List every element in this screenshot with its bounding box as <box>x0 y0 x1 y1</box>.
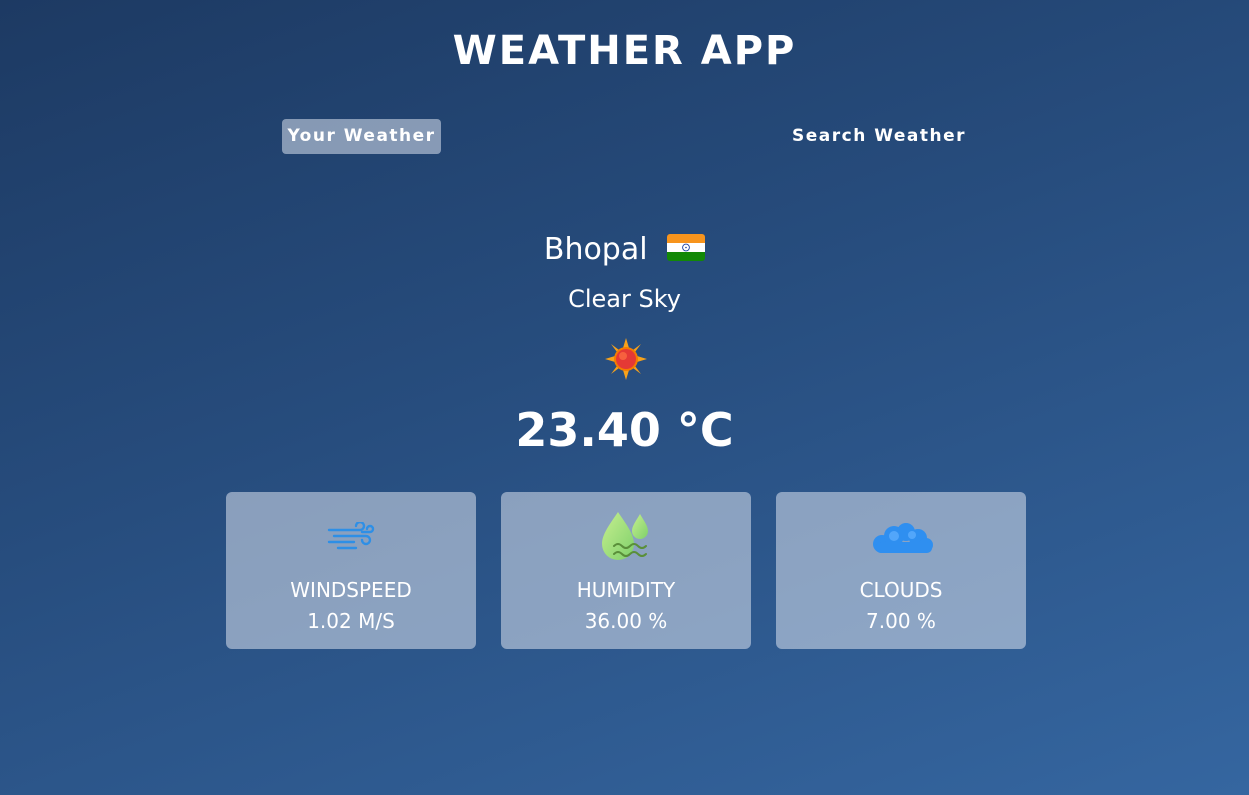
humidity-icon <box>501 510 751 570</box>
clouds-label: CLOUDS <box>859 578 943 602</box>
sun-icon <box>603 336 649 382</box>
weather-description: Clear Sky <box>568 285 681 313</box>
wind-icon <box>226 520 476 556</box>
tab-your-weather[interactable]: Your Weather <box>282 119 441 154</box>
humidity-label: HUMIDITY <box>576 578 676 602</box>
windspeed-label: WINDSPEED <box>290 578 412 602</box>
humidity-card: HUMIDITY 36.00 % <box>501 492 751 649</box>
clouds-card: CLOUDS 7.00 % <box>776 492 1026 649</box>
city-name: Bhopal <box>543 232 648 267</box>
app-title: WEATHER APP <box>452 28 797 74</box>
windspeed-value: 1.02 M/S <box>307 609 395 633</box>
tab-search-weather[interactable]: Search Weather <box>790 119 968 154</box>
cloud-icon <box>776 522 1026 560</box>
clouds-value: 7.00 % <box>866 609 936 633</box>
humidity-value: 36.00 % <box>584 609 668 633</box>
location-row: Bhopal <box>0 232 1249 267</box>
temperature: 23.40 °C <box>515 403 734 457</box>
india-flag-icon <box>667 234 706 261</box>
windspeed-card: WINDSPEED 1.02 M/S <box>226 492 476 649</box>
